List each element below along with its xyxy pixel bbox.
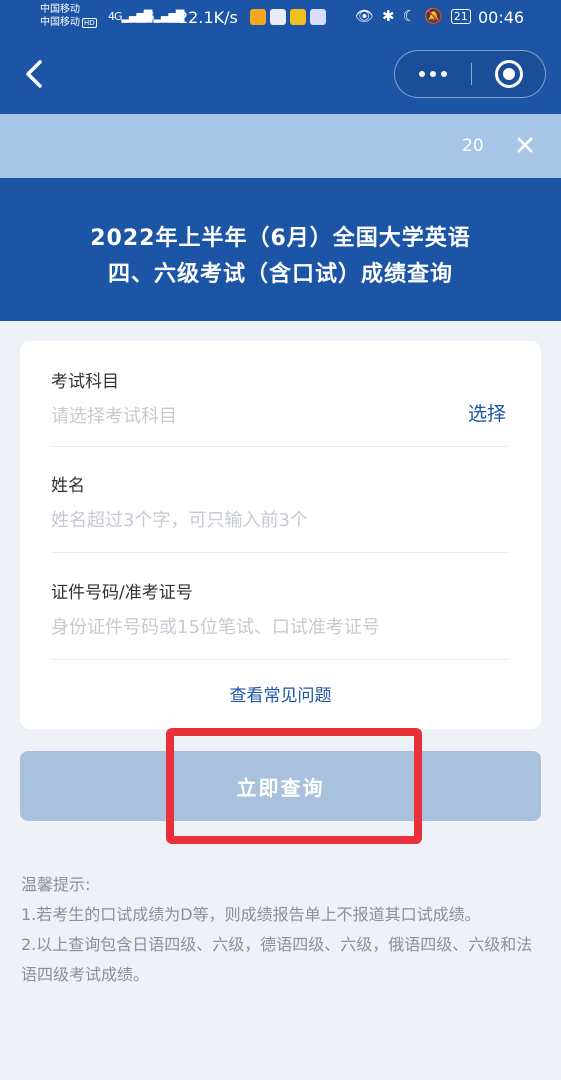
carrier-1: 中国移动 (40, 4, 80, 15)
query-form: 考试科目 选择 姓名 证件号码/准考证号 查看常见问题 (20, 341, 541, 729)
subject-input[interactable] (51, 406, 441, 427)
more-dots-icon[interactable] (395, 51, 471, 97)
clock: 00:46 (478, 8, 525, 27)
back-arrow-icon[interactable] (22, 58, 48, 90)
signal-icon: 4G▂▄▆█ (140, 10, 184, 23)
notification-icons (250, 9, 326, 25)
name-label: 姓名 (51, 476, 85, 496)
page-header: 2022年上半年（6月）全国大学英语 四、六级考试（含口试）成绩查询 (0, 178, 561, 321)
id-field: 证件号码/准考证号 (51, 578, 510, 638)
divider (51, 659, 510, 660)
battery-icon: 21 (450, 8, 471, 24)
id-label: 证件号码/准考证号 (51, 583, 193, 603)
select-subject-button[interactable]: 选择 (468, 399, 506, 426)
tips-item-1: 1.若考生的口试成绩为D等，则成绩报告单上不报道其口试成绩。 (21, 905, 481, 924)
name-input[interactable] (51, 510, 441, 531)
music-icon (310, 9, 326, 25)
query-button[interactable]: 立即查询 (20, 751, 541, 821)
page-title-line1: 2022年上半年（6月）全国大学英语 (90, 226, 471, 251)
divider (51, 446, 510, 447)
status-bar: 中国移动 中国移动 HD 4G▂▄▆█ 4G▂▄▆█ 22.1K/s 👁 ✱ ☾ … (0, 0, 561, 36)
eye-icon: 👁 (355, 7, 375, 25)
close-icon[interactable] (514, 134, 536, 156)
bluetooth-icon: ✱ (382, 7, 395, 25)
mute-icon: 🔕 (424, 7, 443, 25)
close-target-icon[interactable] (495, 60, 523, 88)
divider (51, 552, 510, 553)
name-field: 姓名 (51, 471, 510, 531)
id-input[interactable] (51, 617, 510, 638)
tips-section: 温馨提示: 1.若考生的口试成绩为D等，则成绩报告单上不报道其口试成绩。 2.以… (21, 870, 541, 990)
subject-field: 考试科目 (51, 367, 510, 427)
subject-label: 考试科目 (51, 372, 119, 392)
banner-countdown: 20 (462, 136, 484, 156)
weibo-icon (250, 9, 266, 25)
faq-link[interactable]: 查看常见问题 (20, 681, 541, 706)
carrier-info: 中国移动 中国移动 HD (40, 3, 97, 30)
moon-icon: ☾ (402, 7, 417, 25)
tips-item-2: 2.以上查询包含日语四级、六级，德语四级、六级，俄语四级、六级和法语四级考试成绩… (21, 935, 533, 984)
system-icons: 👁 ✱ ☾ 🔕 21 (355, 7, 471, 25)
app-icon (290, 9, 306, 25)
page-title-line2: 四、六级考试（含口试）成绩查询 (107, 262, 453, 287)
net-speed: 22.1K/s (178, 8, 238, 27)
capsule-divider (471, 63, 472, 85)
mail-icon (270, 9, 286, 25)
tips-title: 温馨提示: (21, 875, 91, 894)
nav-bar (0, 36, 561, 114)
hd-badge: HD (82, 18, 97, 28)
carrier-2: 中国移动 (40, 17, 80, 28)
banner: 20 (0, 114, 561, 178)
mini-program-capsule (394, 50, 546, 98)
